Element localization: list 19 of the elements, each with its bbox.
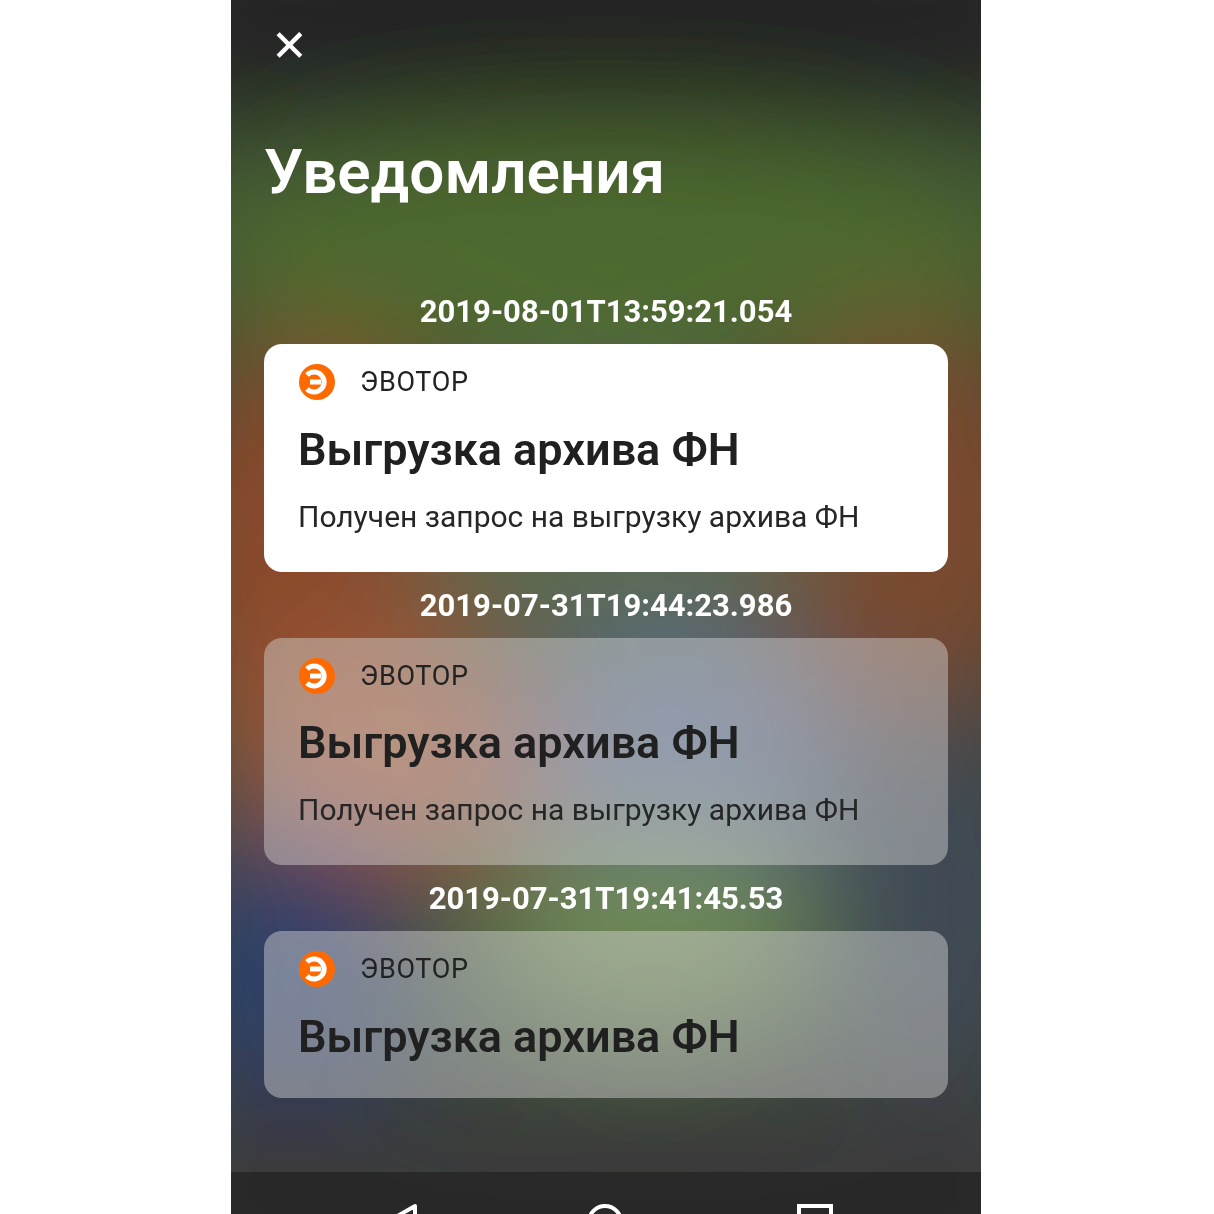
close-button[interactable]: ✕: [265, 20, 313, 72]
screen-title: Уведомления: [264, 134, 665, 210]
app-name: ЭВОТОР: [360, 658, 469, 694]
app-logo-icon: [298, 656, 336, 695]
notification-card[interactable]: ЭВОТОР Выгрузка архива ФН: [264, 931, 948, 1098]
timestamp: 2019-07-31T19:41:45.53: [428, 879, 784, 919]
notification-card[interactable]: ЭВОТОР Выгрузка архива ФН Получен запрос на выгрузку архива ФН: [264, 637, 948, 865]
notification-body: Получен запрос на выгрузку архива ФН: [298, 791, 861, 829]
notification-title: Выгрузка архива ФН: [298, 715, 740, 771]
app-name: ЭВОТОР: [360, 952, 469, 987]
app-logo-icon: [298, 950, 336, 989]
timestamp: 2019-07-31T19:44:23.986: [419, 585, 793, 626]
app-logo-icon: [298, 363, 336, 402]
notification-body: Получен запрос на выгрузку архива ФН: [298, 497, 861, 536]
notification-title: Выгрузка архива ФН: [298, 421, 740, 478]
notification-card[interactable]: ЭВОТОР Выгрузка архива ФН Получен запрос на выгрузку архива ФН: [264, 344, 948, 572]
app-name: ЭВОТОР: [360, 365, 469, 400]
notification-title: Выгрузка архива ФН: [298, 1008, 740, 1065]
timestamp: 2019-08-01T13:59:21.054: [419, 292, 793, 332]
